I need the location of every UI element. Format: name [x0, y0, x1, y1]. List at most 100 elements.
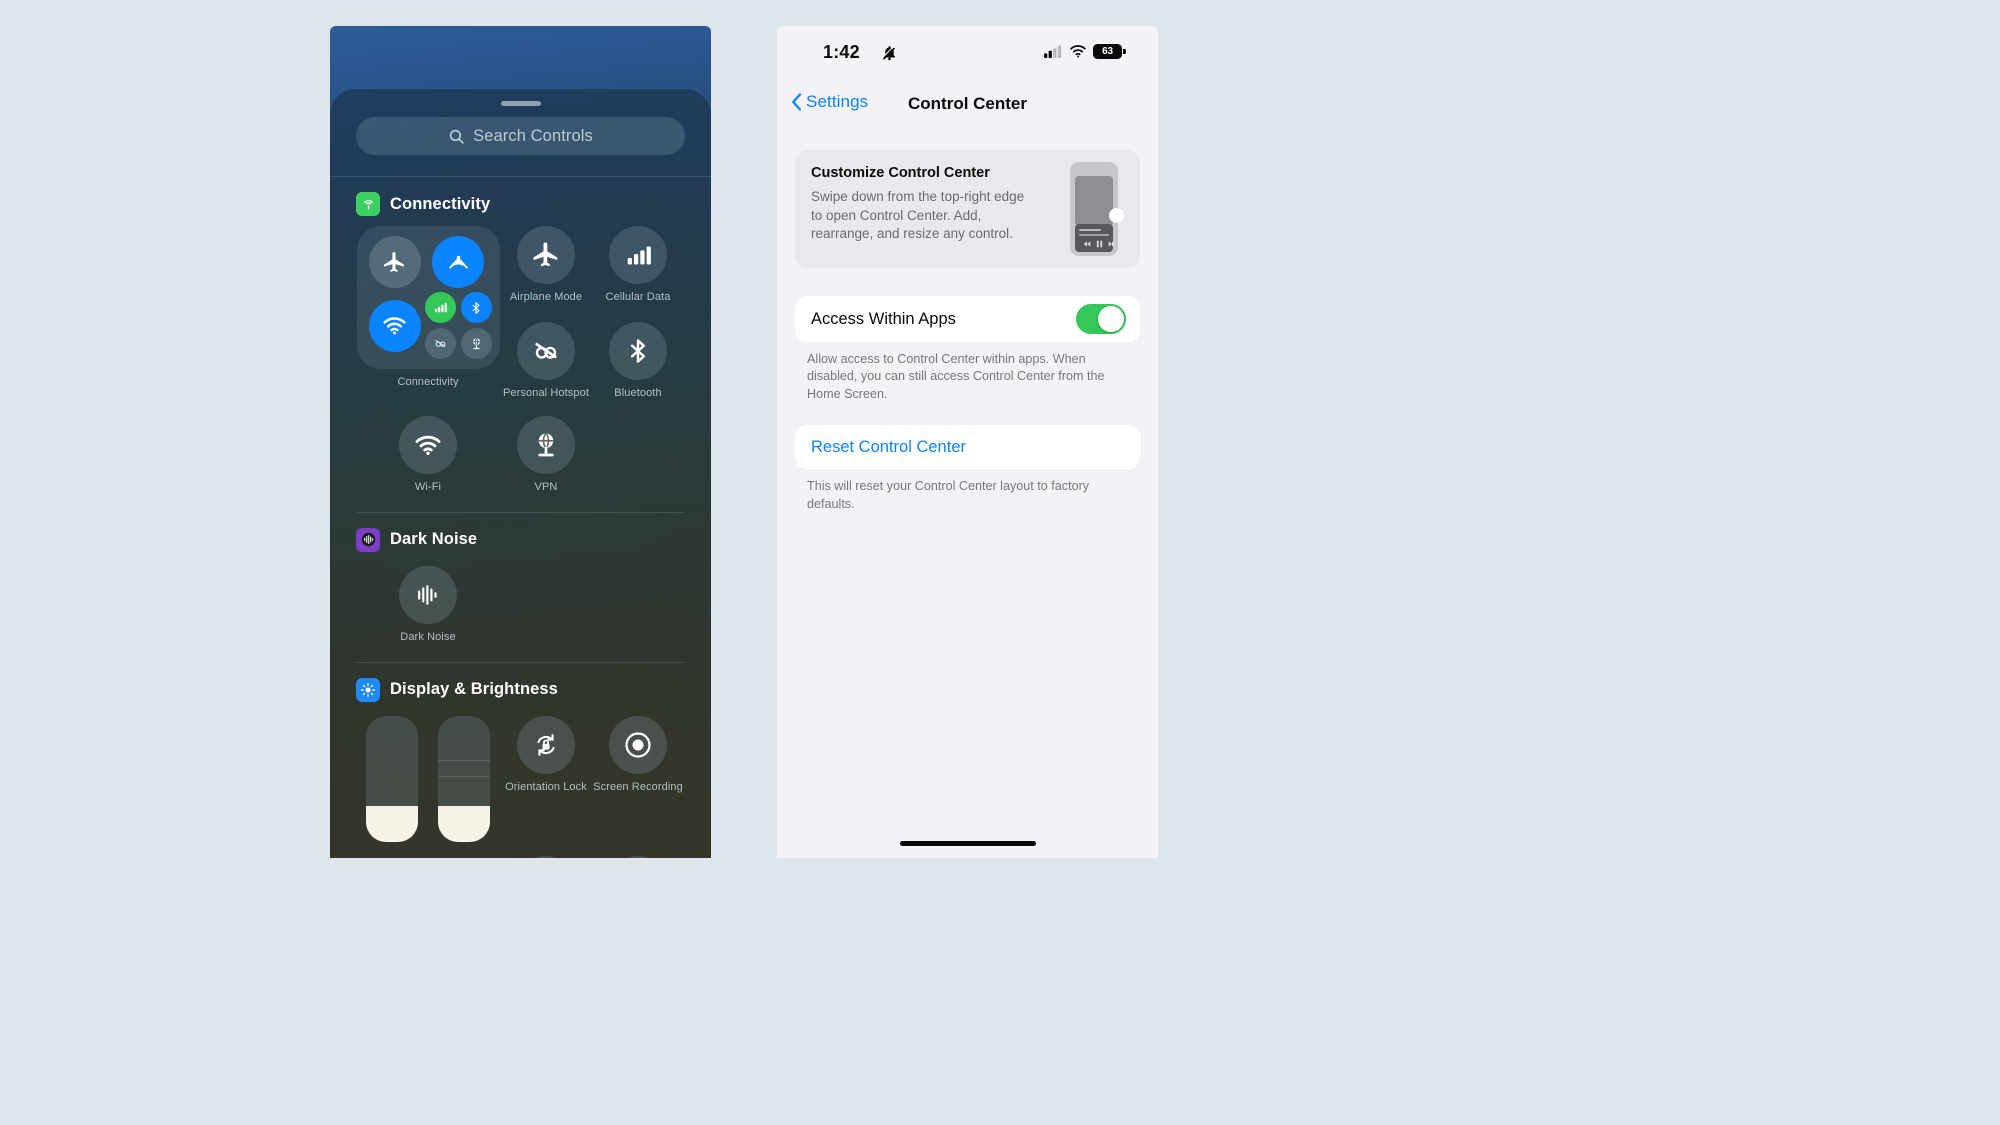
wifi-icon[interactable]	[399, 416, 457, 475]
connectivity-right-col-2: Cellular Data Bluetooth	[592, 226, 684, 399]
tile-airplane-mode[interactable]: Airplane Mode	[500, 226, 592, 304]
home-indicator[interactable]	[899, 841, 1036, 846]
connectivity-module-tile[interactable]: Connectivity	[356, 226, 500, 399]
cellular-bars-icon[interactable]	[609, 226, 667, 284]
record-icon[interactable]	[609, 715, 667, 774]
wifi-icon	[1069, 45, 1087, 58]
airplane-icon[interactable]	[517, 226, 575, 284]
section-header-dark-noise: Dark Noise	[330, 513, 711, 562]
waveform-icon[interactable]	[399, 565, 457, 624]
brightness-slider[interactable]	[366, 715, 418, 842]
reset-control-center-footnote: This will reset your Control Center layo…	[807, 479, 1090, 511]
settings-phone: 1:42 63 Settings Control Center Customiz…	[777, 26, 1158, 858]
brightness-sun-icon	[356, 677, 380, 702]
illustration-media-controls	[1080, 240, 1118, 248]
tile-vpn-wrapper: VPN	[500, 416, 592, 494]
tile-dark-noise[interactable]: Dark Noise	[399, 565, 457, 644]
tile-bluetooth[interactable]: Bluetooth	[592, 321, 684, 400]
pause-icon	[1096, 240, 1102, 248]
rewind-icon	[1083, 241, 1090, 247]
tile-wifi[interactable]: Wi-Fi	[399, 416, 457, 494]
rotation-lock-icon[interactable]	[516, 715, 575, 774]
slider-fill	[366, 806, 418, 842]
illustration-screen	[1075, 176, 1113, 226]
tile-label: VPN	[534, 481, 558, 494]
wifi-icon[interactable]	[368, 299, 421, 352]
airplane-icon[interactable]	[368, 236, 421, 288]
tile-cellular-data[interactable]: Cellular Data	[592, 226, 684, 304]
vpn-globe-icon[interactable]	[517, 416, 575, 475]
customize-control-center-card: Customize Control Center Swipe down from…	[795, 150, 1140, 268]
screenshot-stage: Search Controls Connectivity Connectivit…	[0, 0, 2000, 1125]
slider-tick	[438, 775, 490, 777]
drag-grabber[interactable]	[500, 101, 541, 106]
tile-vpn[interactable]: VPN	[517, 416, 575, 494]
bluetooth-icon[interactable]	[609, 321, 667, 380]
illustration-bar	[1079, 234, 1109, 237]
connectivity-grid: Connectivity Airplane Mode Personal Hots…	[330, 226, 711, 399]
section-title: Display & Brightness	[390, 680, 558, 699]
access-within-apps-label: Access Within Apps	[811, 309, 956, 328]
tile-orientation-lock[interactable]: Orientation Lock	[505, 715, 587, 794]
connectivity-row-2: Wi-Fi VPN	[330, 416, 711, 494]
connectivity-right-col-1: Airplane Mode Personal Hotspot	[500, 226, 592, 399]
control-center-panel: Search Controls Connectivity Connectivit…	[330, 89, 711, 858]
cellular-signal-icon	[1044, 45, 1063, 58]
connectivity-module[interactable]	[356, 226, 500, 369]
card-body: Swipe down from the top-right edge to op…	[811, 189, 1025, 242]
waveform-icon	[356, 527, 380, 552]
status-bar: 1:42 63	[777, 26, 1158, 84]
true-tone-slider[interactable]	[438, 715, 490, 842]
navigation-bar: Settings Control Center	[777, 84, 1158, 128]
vpn-globe-icon[interactable]	[460, 328, 492, 359]
illustration-media-panel	[1075, 224, 1115, 252]
hotspot-off-icon[interactable]	[517, 321, 575, 380]
tile-label: Screen Recording	[593, 780, 683, 793]
search-controls-field[interactable]: Search Controls	[356, 117, 685, 155]
illustration-drag-handle	[1109, 208, 1124, 223]
night-shift-icon[interactable]	[609, 855, 667, 858]
tile-orientation-lock-wrapper: Orientation Lock	[500, 715, 592, 794]
control-center-phone: Search Controls Connectivity Connectivit…	[330, 26, 711, 858]
slider-fill	[438, 806, 490, 842]
tile-dark-noise-wrapper: Dark Noise	[356, 565, 500, 644]
access-within-apps-row[interactable]: Access Within Apps	[795, 296, 1140, 342]
slider-tick	[438, 759, 490, 761]
page-title: Control Center	[908, 94, 1027, 113]
controls-scroll-area[interactable]: Connectivity Connectivity Airplane Mode …	[330, 177, 711, 858]
toggle-knob	[1098, 306, 1124, 332]
cellular-bars-icon[interactable]	[424, 292, 456, 323]
tile-extra-2-wrapper	[592, 855, 684, 858]
bluetooth-icon[interactable]	[460, 292, 492, 323]
section-title: Dark Noise	[390, 530, 478, 549]
battery-level: 63	[1102, 46, 1113, 57]
tile-screen-recording[interactable]: Screen Recording	[593, 715, 683, 794]
search-icon	[448, 128, 465, 145]
status-right-icons: 63	[1044, 44, 1126, 59]
status-time: 1:42	[823, 42, 860, 62]
search-placeholder-text: Search Controls	[473, 126, 593, 145]
bell-slash-icon	[881, 44, 898, 61]
tile-label: Orientation Lock	[505, 780, 587, 793]
dark-mode-icon[interactable]	[517, 855, 575, 858]
tile-personal-hotspot[interactable]: Personal Hotspot	[500, 321, 592, 400]
fast-forward-icon	[1108, 241, 1115, 247]
dark-noise-row: Dark Noise	[330, 565, 711, 644]
tile-label: Airplane Mode	[509, 291, 583, 303]
airdrop-icon[interactable]	[432, 236, 484, 288]
tile-label: Cellular Data	[605, 291, 671, 303]
section-header-display: Display & Brightness	[330, 663, 711, 712]
broadcast-icon	[356, 192, 380, 216]
tile-wifi-wrapper: Wi-Fi	[356, 416, 500, 494]
tile-label: Dark Noise	[400, 630, 456, 643]
tile-label: Connectivity	[397, 376, 459, 388]
hotspot-off-icon[interactable]	[424, 328, 456, 359]
connectivity-quad	[424, 292, 492, 359]
access-within-apps-toggle[interactable]	[1076, 304, 1126, 334]
reset-control-center-row[interactable]: Reset Control Center	[795, 425, 1140, 470]
phone-control-center-illustration	[1070, 162, 1124, 256]
tile-label: Personal Hotspot	[503, 386, 589, 399]
reset-control-center-label: Reset Control Center	[811, 437, 966, 456]
section-title: Connectivity	[390, 194, 491, 213]
tile-label: Bluetooth	[614, 386, 662, 399]
